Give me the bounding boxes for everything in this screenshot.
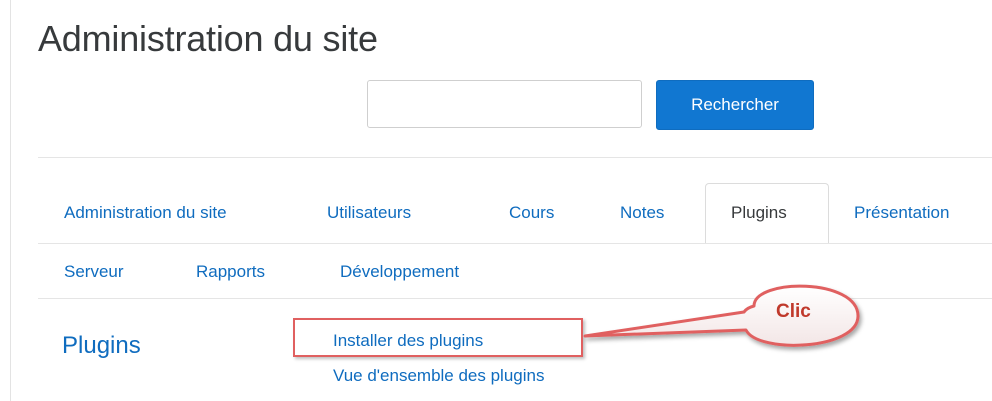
annotation-callout-bubble [583,284,860,347]
tab-administration-du-site[interactable]: Administration du site [64,203,227,223]
annotation-highlight-box [293,318,583,357]
divider-top [38,157,992,158]
left-border [10,0,11,401]
link-vue-ensemble-des-plugins[interactable]: Vue d'ensemble des plugins [333,366,544,386]
tab-rapports[interactable]: Rapports [196,262,265,282]
tab-presentation[interactable]: Présentation [854,203,949,223]
tab-cours[interactable]: Cours [509,203,554,223]
annotation-callout-text: Clic [776,301,811,322]
tab-developpement[interactable]: Développement [340,262,459,282]
tab-serveur[interactable]: Serveur [64,262,124,282]
tab-notes[interactable]: Notes [620,203,664,223]
search-input[interactable] [367,80,642,128]
divider-tab-row [38,243,992,244]
tab-plugins[interactable]: Plugins [731,203,787,223]
search-button[interactable]: Rechercher [656,80,814,130]
page-title: Administration du site [38,18,378,59]
section-heading-plugins[interactable]: Plugins [62,332,141,360]
tab-utilisateurs[interactable]: Utilisateurs [327,203,411,223]
